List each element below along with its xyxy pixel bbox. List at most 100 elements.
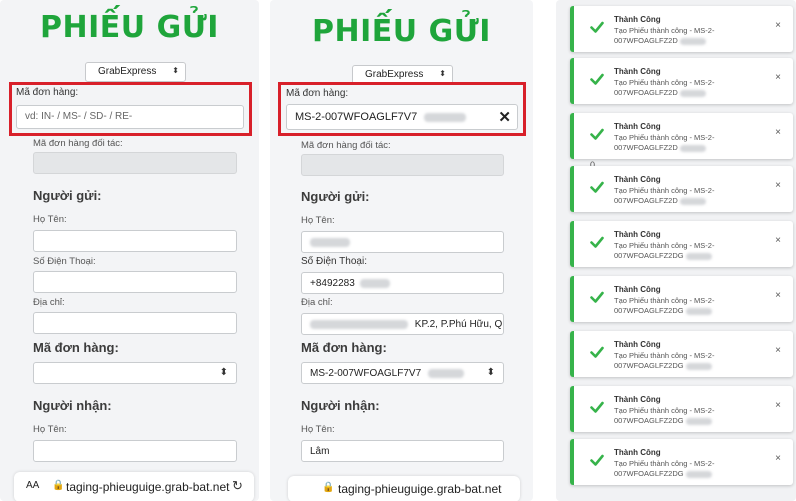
success-toast: Thành Công Tạo Phiếu thành công - MS-2- 00… [570, 276, 793, 322]
check-icon [590, 128, 604, 140]
chevron-updown-icon: ⬍ [172, 66, 179, 75]
receiver-name-label: Họ Tên: [301, 424, 335, 435]
toast-order-code: 007WFOAGLFZ2DG [614, 251, 684, 260]
order-heading: Mã đơn hàng: [33, 340, 119, 355]
sender-address-value: KP.2, P.Phú Hữu, Q.9, [414, 319, 504, 330]
partner-code-label: Mã đơn hàng đối tác: [33, 138, 123, 149]
chevron-updown-icon: ⬍ [439, 69, 446, 78]
close-icon[interactable]: × [775, 127, 781, 138]
toast-message-line: 007WFOAGLFZ2D [614, 88, 714, 98]
sender-phone-input[interactable] [33, 271, 237, 293]
toast-message-line: Tạo Phiếu thành công - MS-2- [614, 133, 715, 142]
toast-message-line: Tạo Phiếu thành công - MS-2- [614, 351, 715, 360]
close-icon[interactable]: × [775, 290, 781, 301]
receiver-name-input[interactable]: Lâm [301, 440, 504, 462]
close-icon[interactable]: × [775, 235, 781, 246]
receiver-name-value: Lâm [310, 446, 330, 457]
form-title: PHIẾU GỬI [40, 10, 219, 45]
toast-message: Tạo Phiếu thành công - MS-2- 007WFOAGLFZ2… [614, 133, 714, 153]
close-icon[interactable]: × [775, 400, 781, 411]
service-select-value: GrabExpress [365, 69, 424, 80]
redacted-text [310, 237, 350, 247]
toast-title: Thành Công [614, 67, 661, 76]
redacted-text [679, 89, 706, 97]
sender-phone-label: Số Điện Thoại: [301, 256, 367, 267]
close-icon[interactable]: × [775, 72, 781, 83]
sender-heading: Người gửi: [301, 189, 370, 204]
sender-phone-input[interactable]: +8492283 [301, 272, 504, 294]
toast-order-code: 007WFOAGLFZ2D [614, 143, 678, 152]
sender-name-label: Họ Tên: [33, 214, 67, 225]
check-icon [590, 401, 604, 413]
text-size-button[interactable]: AA [26, 480, 39, 491]
sender-name-input[interactable] [33, 230, 237, 252]
receiver-name-input[interactable] [33, 440, 237, 462]
toast-order-code: 007WFOAGLFZ2D [614, 88, 678, 97]
toast-order-code: 007WFOAGLFZ2DG [614, 416, 684, 425]
toast-message: Tạo Phiếu thành công - MS-2- 007WFOAGLFZ2… [614, 186, 714, 206]
redacted-text [685, 252, 712, 260]
close-icon[interactable]: × [775, 453, 781, 464]
check-icon [590, 236, 604, 248]
toast-message: Tạo Phiếu thành công - MS-2- 007WFOAGLFZ2… [614, 241, 714, 261]
success-toast: Thành Công Tạo Phiếu thành công - MS-2- 00… [570, 331, 793, 377]
close-icon[interactable]: × [775, 20, 781, 31]
sender-address-input[interactable]: KP.2, P.Phú Hữu, Q.9, [301, 313, 504, 335]
sender-name-input[interactable] [301, 231, 504, 253]
redacted-text [685, 307, 712, 315]
toast-message-line: 007WFOAGLFZ2D [614, 196, 714, 206]
toast-stack-panel: 0 Thành Công Tạo Phiếu thành công - MS-2-… [556, 0, 796, 501]
service-select[interactable]: GrabExpress ⬍ [85, 62, 186, 82]
toast-order-code: 007WFOAGLFZ2DG [614, 469, 684, 478]
form-title: PHIẾU GỬI [312, 14, 491, 49]
redacted-text [310, 319, 408, 329]
close-icon[interactable]: × [775, 180, 781, 191]
success-toast: Thành Công Tạo Phiếu thành công - MS-2- 00… [570, 166, 793, 212]
receiver-heading: Người nhận: [33, 398, 112, 413]
highlight-box [9, 82, 252, 136]
receiver-heading: Người nhận: [301, 398, 380, 413]
sender-address-input[interactable] [33, 312, 237, 334]
toast-title: Thành Công [614, 122, 661, 131]
toast-message-line: Tạo Phiếu thành công - MS-2- [614, 186, 715, 195]
check-icon [590, 346, 604, 358]
url-text: taging-phieuguige.grab-bat.net [338, 482, 502, 496]
toast-order-code: 007WFOAGLFZ2DG [614, 361, 684, 370]
service-select-value: GrabExpress [98, 66, 157, 77]
toast-title: Thành Công [614, 175, 661, 184]
check-icon [590, 181, 604, 193]
browser-url-bar[interactable]: 🔒 taging-phieuguige.grab-bat.net [288, 476, 520, 501]
toast-message: Tạo Phiếu thành công - MS-2- 007WFOAGLFZ2… [614, 459, 714, 479]
toast-message-line: Tạo Phiếu thành công - MS-2- [614, 78, 715, 87]
toast-message: Tạo Phiếu thành công - MS-2- 007WFOAGLFZ2… [614, 296, 714, 316]
check-icon [590, 454, 604, 466]
order-select-value: MS-2-007WFOAGLF7V7 [310, 368, 422, 379]
toast-message-line: 007WFOAGLFZ2DG [614, 306, 714, 316]
left-form-panel: PHIẾU GỬI GrabExpress ⬍ Mã đơn hàng: vd:… [0, 0, 259, 501]
toast-message: Tạo Phiếu thành công - MS-2- 007WFOAGLFZ2… [614, 351, 714, 371]
toast-order-code: 007WFOAGLFZ2D [614, 196, 678, 205]
reload-icon[interactable]: ↻ [232, 478, 243, 494]
redacted-text [679, 197, 706, 205]
chevron-updown-icon: ⬍ [219, 367, 228, 378]
toast-message-line: 007WFOAGLFZ2DG [614, 361, 714, 371]
redacted-text [679, 144, 706, 152]
toast-title: Thành Công [614, 15, 661, 24]
sender-phone-label: Số Điện Thoại: [33, 256, 96, 267]
toast-title: Thành Công [614, 285, 661, 294]
check-icon [590, 21, 604, 33]
order-select[interactable]: ⬍ [33, 362, 237, 384]
toast-message: Tạo Phiếu thành công - MS-2- 007WFOAGLFZ2… [614, 78, 714, 98]
close-icon[interactable]: × [775, 345, 781, 356]
redacted-text [685, 417, 712, 425]
toast-message-line: Tạo Phiếu thành công - MS-2- [614, 26, 715, 35]
redacted-text [359, 278, 390, 288]
browser-url-bar[interactable]: AA 🔒 taging-phieuguige.grab-bat.net ↻ [14, 472, 254, 501]
order-select[interactable]: MS-2-007WFOAGLF7V7 ⬍ [301, 362, 504, 384]
toast-order-code: 007WFOAGLFZ2DG [614, 306, 684, 315]
receiver-name-label: Họ Tên: [33, 424, 67, 435]
success-toast: Thành Công Tạo Phiếu thành công - MS-2- 00… [570, 6, 793, 52]
success-toast: Thành Công Tạo Phiếu thành công - MS-2- 00… [570, 113, 793, 159]
sender-address-label: Địa chỉ: [301, 297, 333, 308]
redacted-text [427, 368, 464, 378]
